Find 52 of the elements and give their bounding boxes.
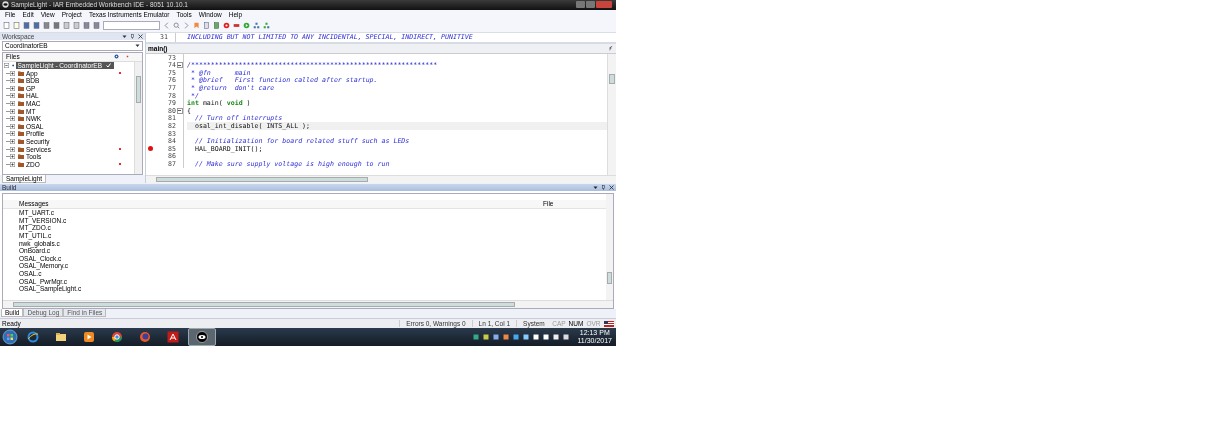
maximize-button[interactable]: [586, 1, 595, 9]
scrollbar[interactable]: [606, 193, 613, 302]
dropdown-icon[interactable]: [135, 43, 140, 49]
expand-icon[interactable]: [10, 93, 15, 99]
folder-icon: [18, 131, 24, 137]
search-combo-field[interactable]: [103, 21, 160, 31]
globe-icon: [27, 331, 39, 343]
stop-icon[interactable]: [223, 22, 230, 30]
debug-icon[interactable]: [243, 22, 250, 30]
expand-icon[interactable]: [10, 85, 15, 91]
settings-icon[interactable]: [114, 54, 119, 60]
expand-icon[interactable]: [10, 139, 15, 145]
chip-icon: [196, 331, 208, 343]
expand-icon[interactable]: [10, 78, 15, 84]
dropdown-icon[interactable]: [122, 33, 127, 39]
expand-icon[interactable]: [10, 108, 15, 114]
scrollbar[interactable]: [146, 174, 616, 183]
collapse-icon[interactable]: [4, 63, 9, 69]
close-icon[interactable]: [609, 184, 614, 190]
close-icon[interactable]: [138, 33, 143, 39]
scrollbar[interactable]: [134, 61, 142, 174]
pin-icon[interactable]: [601, 184, 606, 190]
scrollbar[interactable]: [607, 53, 616, 175]
expand-icon[interactable]: [10, 123, 15, 129]
expand-icon[interactable]: [10, 116, 15, 122]
expand-icon[interactable]: [10, 70, 15, 76]
start-button[interactable]: [2, 329, 18, 345]
expand-icon[interactable]: [10, 161, 15, 167]
folder-icon: [18, 93, 24, 99]
expand-icon[interactable]: [10, 154, 15, 160]
expand-icon[interactable]: [10, 131, 15, 137]
play-icon: [83, 331, 95, 343]
expand-icon[interactable]: [10, 146, 15, 152]
new-file-icon[interactable]: [3, 22, 10, 30]
find-icon[interactable]: [173, 22, 180, 30]
pdf-icon: [167, 331, 179, 343]
flag-icon[interactable]: [604, 320, 614, 327]
active-check[interactable]: [103, 62, 114, 70]
breakpoint-dot[interactable]: [147, 146, 153, 152]
browser-icon: [111, 331, 123, 343]
folder-icon: [18, 70, 24, 76]
close-button[interactable]: [596, 1, 612, 9]
scrollbar[interactable]: [3, 300, 613, 309]
app-logo-icon: [2, 1, 9, 9]
pin-icon[interactable]: [130, 33, 135, 39]
dropdown-icon[interactable]: [593, 184, 598, 190]
expand-icon[interactable]: [10, 101, 15, 107]
minimize-button[interactable]: [576, 1, 585, 9]
folder-icon: [55, 331, 67, 343]
bookmark-icon[interactable]: [193, 22, 200, 30]
fold-toggle[interactable]: [176, 107, 183, 114]
fold-toggle[interactable]: [176, 62, 183, 69]
